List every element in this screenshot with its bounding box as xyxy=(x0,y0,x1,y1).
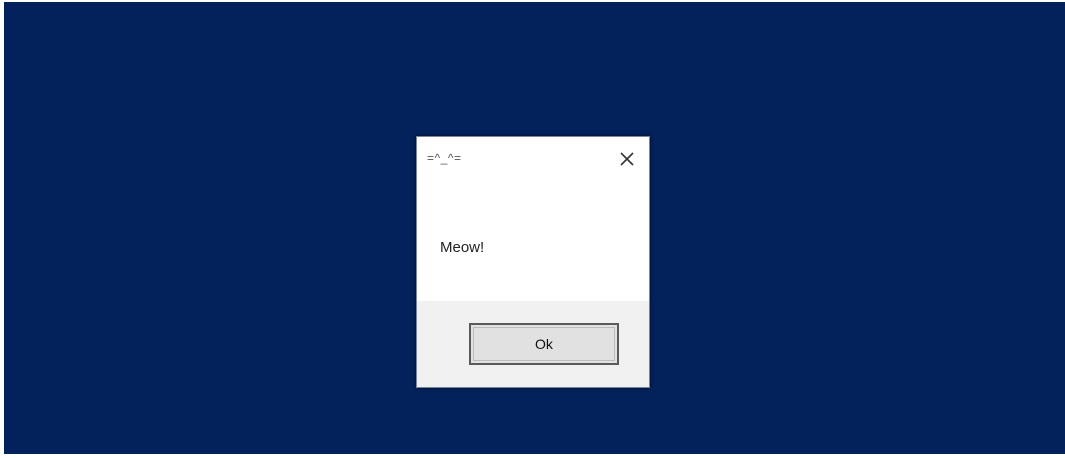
message-dialog: =^_^= Meow! Ok xyxy=(416,136,650,388)
dialog-message: Meow! xyxy=(440,239,485,256)
dialog-content: Meow! xyxy=(417,181,649,301)
close-icon xyxy=(620,152,634,166)
dialog-footer: Ok xyxy=(417,301,649,387)
ok-button[interactable]: Ok xyxy=(469,323,619,365)
dialog-title: =^_^= xyxy=(427,151,462,165)
ok-button-label: Ok xyxy=(535,336,553,352)
dialog-titlebar: =^_^= xyxy=(417,137,649,181)
close-button[interactable] xyxy=(613,145,641,173)
